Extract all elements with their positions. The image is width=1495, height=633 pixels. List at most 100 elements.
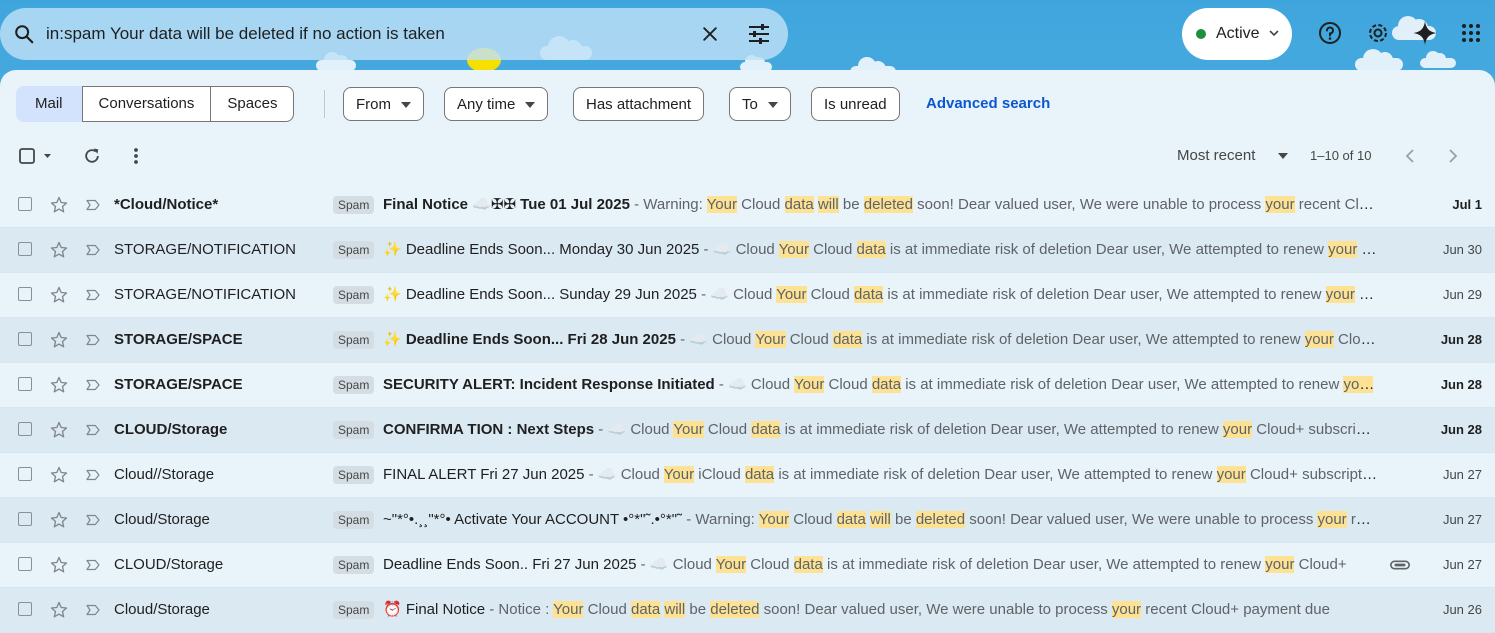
email-row[interactable]: *Cloud/Notice* Spam Final Notice ☁️✠✠ Tue … [0, 183, 1495, 228]
star-icon[interactable] [49, 555, 69, 575]
search-bar[interactable]: in:spam Your data will be deleted if no … [0, 8, 788, 60]
gemini-sparkle-icon[interactable] [1412, 20, 1438, 46]
snippet-text: soon! Dear valued user, We were unable t… [912, 196, 1266, 213]
row-checkbox[interactable] [18, 467, 32, 481]
caret-down-icon[interactable] [1278, 153, 1288, 159]
highlighted-term: will [869, 511, 891, 528]
chevron-right-icon[interactable] [1443, 145, 1463, 167]
close-icon[interactable] [698, 8, 722, 60]
highlighted-term: deleted [863, 196, 913, 213]
row-checkbox[interactable] [18, 422, 32, 436]
chevron-left-icon[interactable] [1400, 145, 1420, 167]
email-row[interactable]: STORAGE/NOTIFICATION Spam ✨ Deadline Ends … [0, 228, 1495, 273]
spam-label-badge[interactable]: Spam [333, 376, 375, 394]
star-icon[interactable] [49, 240, 69, 260]
row-checkbox[interactable] [18, 602, 32, 616]
email-subject: CONFIRMA TION : Next Steps [383, 421, 595, 438]
star-icon[interactable] [49, 330, 69, 350]
important-marker-icon[interactable] [84, 241, 102, 259]
email-row[interactable]: STORAGE/SPACE Spam SECURITY ALERT: Inciden… [0, 363, 1495, 408]
email-subject: ~"*°•.¸¸"*°• Activate Your ACCOUNT •°*"˜… [383, 511, 683, 528]
important-marker-icon[interactable] [84, 556, 102, 574]
highlighted-term: Your [755, 331, 786, 348]
message-preview: CONFIRMA TION : Next Steps - ☁️ Cloud Yo… [383, 408, 1378, 452]
row-checkbox[interactable] [18, 377, 32, 391]
spam-label-badge[interactable]: Spam [333, 286, 375, 304]
tune-icon[interactable] [746, 8, 772, 60]
row-checkbox[interactable] [18, 197, 32, 211]
highlighted-term: your [1304, 331, 1334, 348]
spam-label-badge[interactable]: Spam [333, 511, 375, 529]
important-marker-icon[interactable] [84, 196, 102, 214]
spam-label-badge[interactable]: Spam [333, 421, 375, 439]
message-preview: Deadline Ends Soon.. Fri 27 Jun 2025 - ☁… [383, 543, 1378, 587]
filter-from[interactable]: From [343, 87, 424, 121]
filter-to[interactable]: To [729, 87, 791, 121]
snippet-text: soon! Dear valued user, We were unable t… [759, 601, 1112, 618]
snippet-text: Cloud [824, 376, 872, 393]
advanced-search-link[interactable]: Advanced search [926, 87, 1050, 121]
email-row[interactable]: CLOUD/Storage Spam Deadline Ends Soon.. Fr… [0, 543, 1495, 588]
highlighted-term: your [1216, 466, 1246, 483]
spam-label-badge[interactable]: Spam [333, 196, 375, 214]
highlighted-term: data [784, 196, 814, 213]
email-row[interactable]: STORAGE/NOTIFICATION Spam ✨ Deadline Ends … [0, 273, 1495, 318]
star-icon[interactable] [49, 285, 69, 305]
email-date: Jun 27 [1442, 512, 1482, 527]
row-checkbox[interactable] [18, 557, 32, 571]
row-checkbox[interactable] [18, 242, 32, 256]
star-icon[interactable] [49, 420, 69, 440]
snippet-text: Notice : [498, 601, 554, 618]
snippet-text: Cloud+ [1294, 556, 1347, 573]
important-marker-icon[interactable] [84, 466, 102, 484]
important-marker-icon[interactable] [84, 601, 102, 619]
search-input[interactable]: in:spam Your data will be deleted if no … [46, 8, 445, 60]
more-options-icon[interactable] [126, 145, 146, 167]
tab-spaces[interactable]: Spaces [211, 86, 295, 122]
filter-has-attachment[interactable]: Has attachment [573, 87, 705, 121]
search-icon[interactable] [12, 8, 36, 60]
filter-any-time[interactable]: Any time [444, 87, 549, 121]
apps-grid-icon[interactable] [1458, 20, 1484, 46]
important-marker-icon[interactable] [84, 511, 102, 529]
spam-label-badge[interactable]: Spam [333, 556, 375, 574]
refresh-icon[interactable] [81, 145, 103, 167]
important-marker-icon[interactable] [84, 286, 102, 304]
highlighted-term: data [854, 286, 884, 303]
spam-label-badge[interactable]: Spam [333, 241, 375, 259]
important-marker-icon[interactable] [84, 331, 102, 349]
star-icon[interactable] [49, 375, 69, 395]
important-marker-icon[interactable] [84, 421, 102, 439]
spam-label-badge[interactable]: Spam [333, 466, 375, 484]
email-row[interactable]: Cloud/Storage Spam ⏰ Final Notice - Notice… [0, 588, 1495, 633]
row-checkbox[interactable] [18, 512, 32, 526]
sort-selector[interactable]: Most recent [1177, 145, 1255, 167]
highlighted-term: deleted [710, 601, 760, 618]
tab-mail[interactable]: Mail [16, 86, 82, 122]
tab-conversations[interactable]: Conversations [81, 86, 212, 122]
star-icon[interactable] [49, 195, 69, 215]
email-row[interactable]: STORAGE/SPACE Spam ✨ Deadline Ends Soon...… [0, 318, 1495, 363]
row-checkbox[interactable] [18, 287, 32, 301]
subject-separator: - [714, 376, 729, 393]
important-marker-icon[interactable] [84, 376, 102, 394]
spam-label-badge[interactable]: Spam [333, 331, 375, 349]
star-icon[interactable] [49, 465, 69, 485]
star-icon[interactable] [49, 510, 69, 530]
highlighted-term: your [1317, 511, 1347, 528]
subject-separator: - [636, 556, 650, 573]
email-row[interactable]: Cloud//Storage Spam FINAL ALERT Fri 27 Jun… [0, 453, 1495, 498]
snippet-text: Cloud [808, 241, 857, 258]
star-icon[interactable] [49, 600, 69, 620]
subject-separator: - [699, 241, 713, 258]
filter-is-unread[interactable]: Is unread [811, 87, 900, 121]
spam-label-badge[interactable]: Spam [333, 601, 375, 619]
select-all-checkbox[interactable] [16, 145, 56, 167]
email-row[interactable]: Cloud/Storage Spam ~"*°•.¸¸"*°• Activate Y… [0, 498, 1495, 543]
help-icon[interactable] [1317, 20, 1343, 46]
sender-name: STORAGE/NOTIFICATION [114, 286, 296, 303]
settings-icon[interactable] [1365, 20, 1391, 46]
email-row[interactable]: CLOUD/Storage Spam CONFIRMA TION : Next St… [0, 408, 1495, 453]
status-selector[interactable]: Active [1182, 8, 1292, 60]
row-checkbox[interactable] [18, 332, 32, 346]
